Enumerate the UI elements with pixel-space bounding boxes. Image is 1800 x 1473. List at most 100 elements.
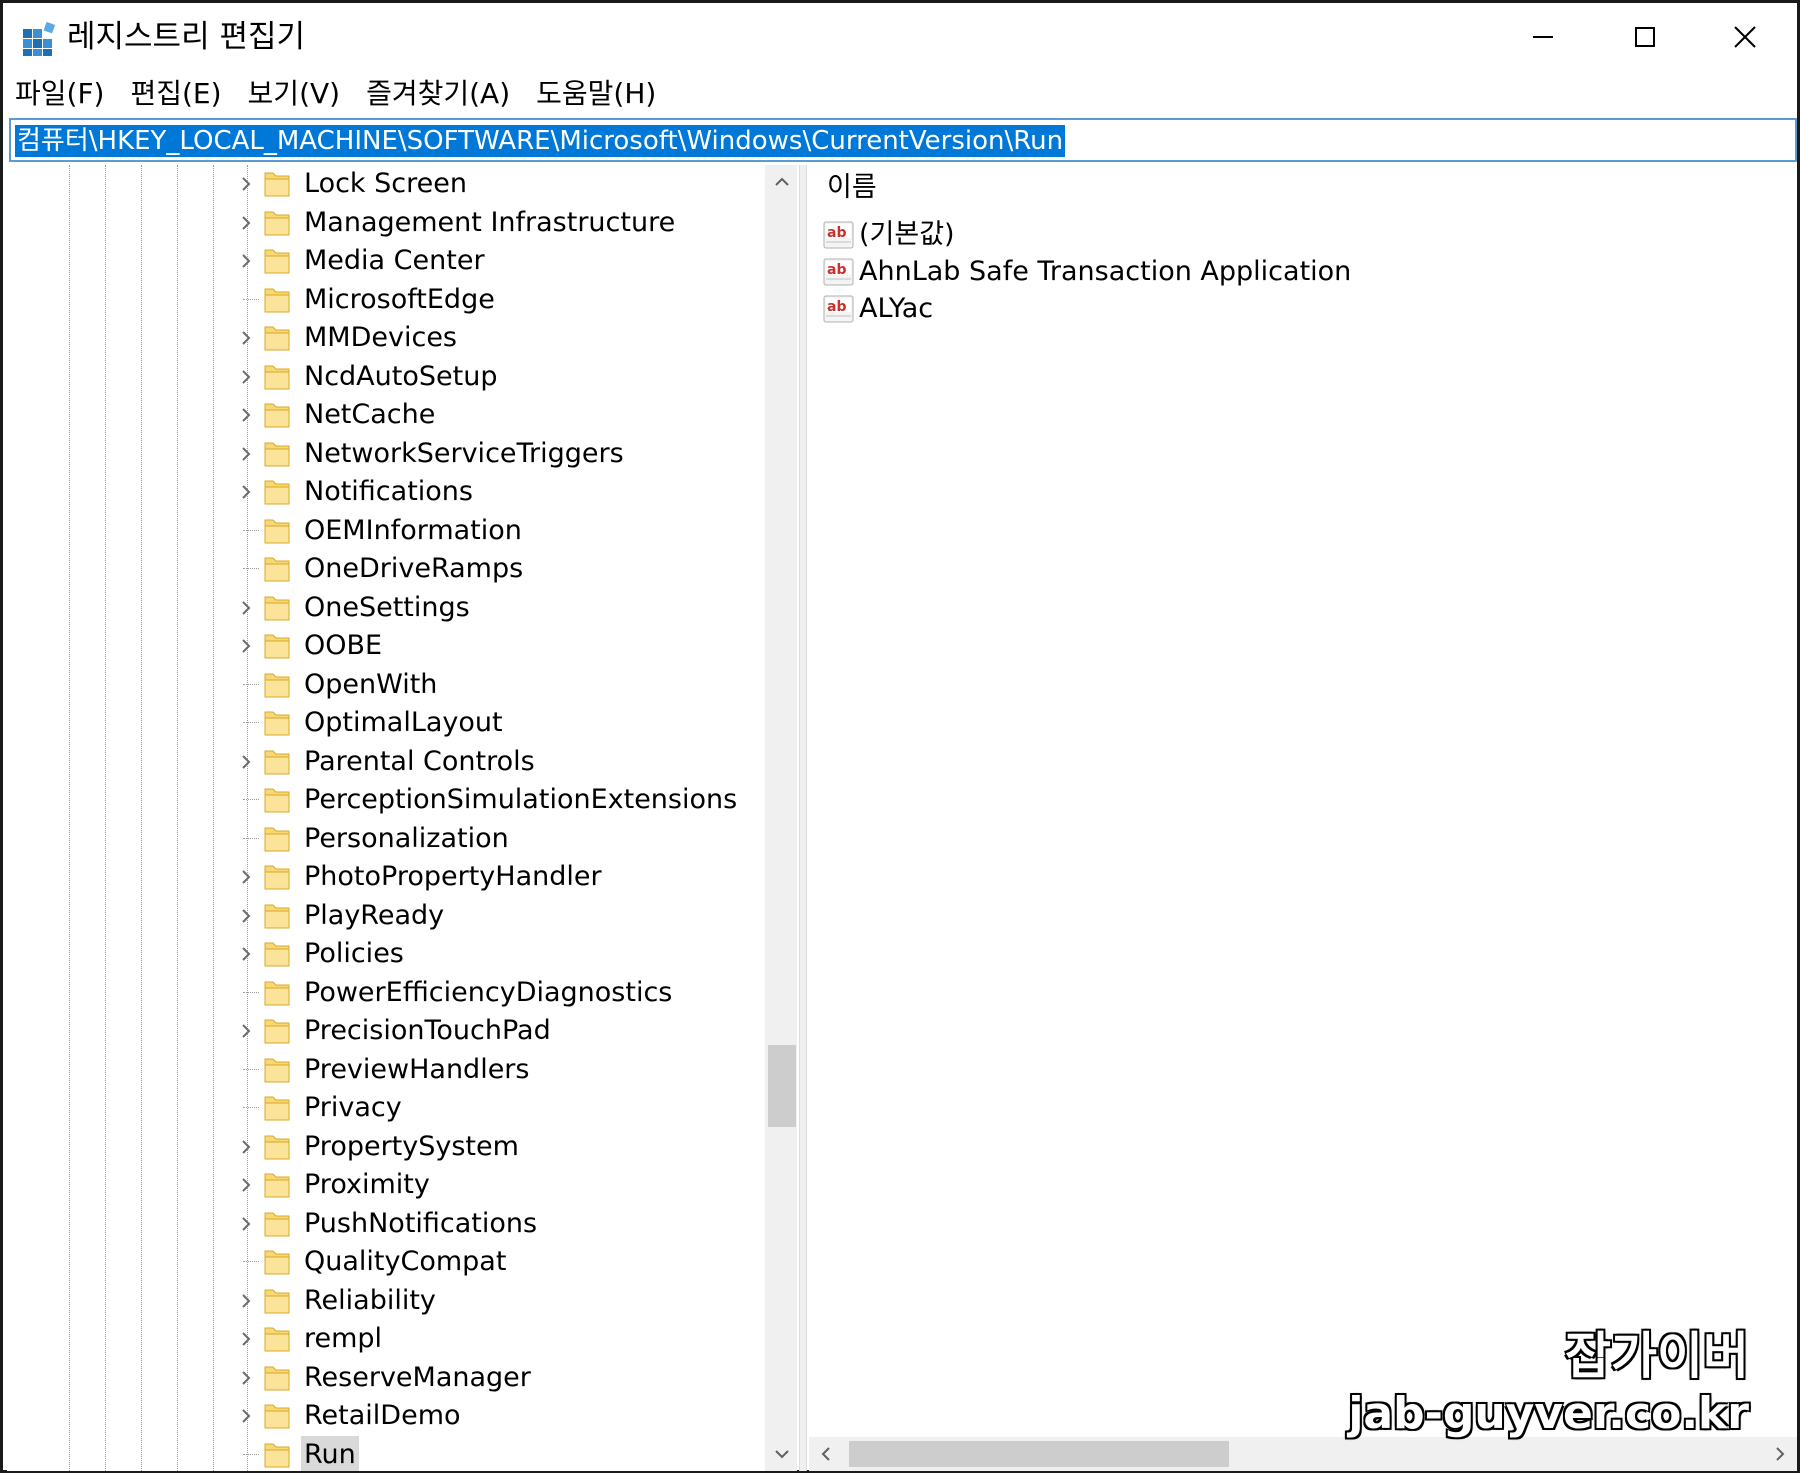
menu-help[interactable]: 도움말(H)	[536, 74, 656, 114]
folder-icon	[263, 323, 291, 353]
tree-node[interactable]: NetCache	[7, 396, 767, 434]
folder-icon	[263, 285, 291, 315]
tree-node[interactable]: Run	[7, 1435, 767, 1471]
folder-icon	[263, 978, 291, 1008]
expand-chevron-icon[interactable]	[233, 745, 259, 779]
column-header-name[interactable]: 이름	[827, 167, 877, 209]
scroll-thumb[interactable]	[768, 1045, 796, 1127]
expand-chevron-icon[interactable]	[233, 899, 259, 933]
expand-chevron-icon[interactable]	[233, 1361, 259, 1395]
expand-chevron-icon[interactable]	[233, 1130, 259, 1164]
tree-node[interactable]: Proximity	[7, 1166, 767, 1204]
expand-chevron-icon[interactable]	[233, 437, 259, 471]
expand-chevron-icon[interactable]	[233, 591, 259, 625]
menu-view[interactable]: 보기(V)	[248, 74, 341, 114]
expand-chevron-icon[interactable]	[233, 1014, 259, 1048]
tree-node[interactable]: OpenWith	[7, 666, 767, 704]
folder-icon	[263, 708, 291, 738]
menu-edit[interactable]: 편집(E)	[130, 74, 221, 114]
expand-chevron-icon[interactable]	[233, 1168, 259, 1202]
expand-chevron-icon[interactable]	[233, 860, 259, 894]
tree-node[interactable]: PushNotifications	[7, 1205, 767, 1243]
expand-chevron-icon[interactable]	[233, 206, 259, 240]
tree-node[interactable]: MicrosoftEdge	[7, 281, 767, 319]
tree-node[interactable]: OEMInformation	[7, 512, 767, 550]
tree-node[interactable]: PerceptionSimulationExtensions	[7, 781, 767, 819]
svg-text:ab: ab	[827, 225, 846, 241]
tree-node[interactable]: Parental Controls	[7, 743, 767, 781]
tree-connector	[243, 568, 259, 569]
tree-node[interactable]: PrecisionTouchPad	[7, 1012, 767, 1050]
address-bar[interactable]: 컴퓨터\HKEY_LOCAL_MACHINE\SOFTWARE\Microsof…	[9, 118, 1797, 162]
tree-node-label: PropertySystem	[304, 1130, 519, 1162]
tree-node-label: OpenWith	[304, 668, 438, 700]
svg-text:ab: ab	[827, 299, 846, 315]
pane-splitter[interactable]	[799, 165, 807, 1471]
expand-chevron-icon[interactable]	[233, 321, 259, 355]
tree-node[interactable]: Lock Screen	[7, 165, 767, 203]
tree-node[interactable]: QualityCompat	[7, 1243, 767, 1281]
tree-node[interactable]: PowerEfficiencyDiagnostics	[7, 974, 767, 1012]
expand-chevron-icon[interactable]	[233, 360, 259, 394]
tree-node[interactable]: Media Center	[7, 242, 767, 280]
expand-chevron-icon[interactable]	[233, 167, 259, 201]
tree-node[interactable]: OOBE	[7, 627, 767, 665]
tree-node[interactable]: OptimalLayout	[7, 704, 767, 742]
expand-chevron-icon[interactable]	[233, 937, 259, 971]
tree-node[interactable]: Policies	[7, 935, 767, 973]
folder-icon	[263, 1247, 291, 1277]
tree-node[interactable]: Management Infrastructure	[7, 204, 767, 242]
expand-chevron-icon[interactable]	[233, 1399, 259, 1433]
tree-node[interactable]: rempl	[7, 1320, 767, 1358]
key-tree-pane[interactable]: Lock Screen Management Infrastructure Medi…	[7, 165, 797, 1471]
expand-chevron-icon[interactable]	[233, 1284, 259, 1318]
folder-icon	[263, 477, 291, 507]
registry-editor-window: 레지스트리 편집기 파일(F) 편집(E) 보기(V) 즐겨찾기(A) 도움말(…	[0, 0, 1800, 1473]
expand-chevron-icon[interactable]	[233, 475, 259, 509]
tree-node-label: ReserveManager	[304, 1361, 531, 1393]
value-row[interactable]: ab (기본값)	[817, 215, 1717, 255]
expand-chevron-icon[interactable]	[233, 1207, 259, 1241]
tree-node-label: OneSettings	[304, 591, 470, 623]
tree-node[interactable]: PreviewHandlers	[7, 1051, 767, 1089]
tree-node[interactable]: ReserveManager	[7, 1359, 767, 1397]
scroll-thumb[interactable]	[849, 1441, 1229, 1467]
chevron-down-icon	[775, 1450, 789, 1459]
tree-node[interactable]: OneDriveRamps	[7, 550, 767, 588]
menu-file[interactable]: 파일(F)	[15, 74, 104, 114]
values-horizontal-scrollbar[interactable]	[809, 1437, 1797, 1471]
tree-node[interactable]: NcdAutoSetup	[7, 358, 767, 396]
tree-node[interactable]: Notifications	[7, 473, 767, 511]
scroll-up-button[interactable]	[765, 165, 797, 199]
scroll-down-button[interactable]	[765, 1437, 797, 1471]
tree-node-label: Media Center	[304, 245, 485, 276]
tree-node[interactable]: MMDevices	[7, 319, 767, 357]
minimize-button[interactable]	[1493, 3, 1593, 71]
tree-node[interactable]: RetailDemo	[7, 1397, 767, 1435]
scroll-right-button[interactable]	[1763, 1437, 1797, 1471]
tree-node[interactable]: NetworkServiceTriggers	[7, 435, 767, 473]
tree-node[interactable]: PhotoPropertyHandler	[7, 858, 767, 896]
scroll-left-button[interactable]	[809, 1437, 843, 1471]
tree-node[interactable]: Privacy	[7, 1089, 767, 1127]
tree-node[interactable]: PlayReady	[7, 897, 767, 935]
expand-chevron-icon[interactable]	[233, 398, 259, 432]
expand-chevron-icon[interactable]	[233, 244, 259, 278]
tree-node-label: Proximity	[304, 1169, 430, 1200]
folder-icon	[263, 1055, 291, 1085]
values-pane[interactable]: 이름 ab (기본값) ab AhnLab Safe Transaction Appl…	[809, 165, 1797, 1471]
maximize-button[interactable]	[1595, 3, 1695, 71]
tree-vertical-scrollbar[interactable]	[765, 165, 797, 1471]
expand-chevron-icon[interactable]	[233, 629, 259, 663]
tree-connector	[243, 1453, 259, 1455]
tree-node[interactable]: PropertySystem	[7, 1128, 767, 1166]
tree-node[interactable]: OneSettings	[7, 589, 767, 627]
close-button[interactable]	[1695, 3, 1795, 71]
tree-node[interactable]: Personalization	[7, 820, 767, 858]
address-path[interactable]: 컴퓨터\HKEY_LOCAL_MACHINE\SOFTWARE\Microsof…	[15, 125, 1066, 157]
tree-node[interactable]: Reliability	[7, 1282, 767, 1320]
value-row[interactable]: ab AhnLab Safe Transaction Application	[817, 252, 1717, 292]
menu-favorites[interactable]: 즐겨찾기(A)	[366, 74, 510, 114]
value-row[interactable]: ab ALYac	[817, 289, 1717, 329]
expand-chevron-icon[interactable]	[233, 1322, 259, 1356]
